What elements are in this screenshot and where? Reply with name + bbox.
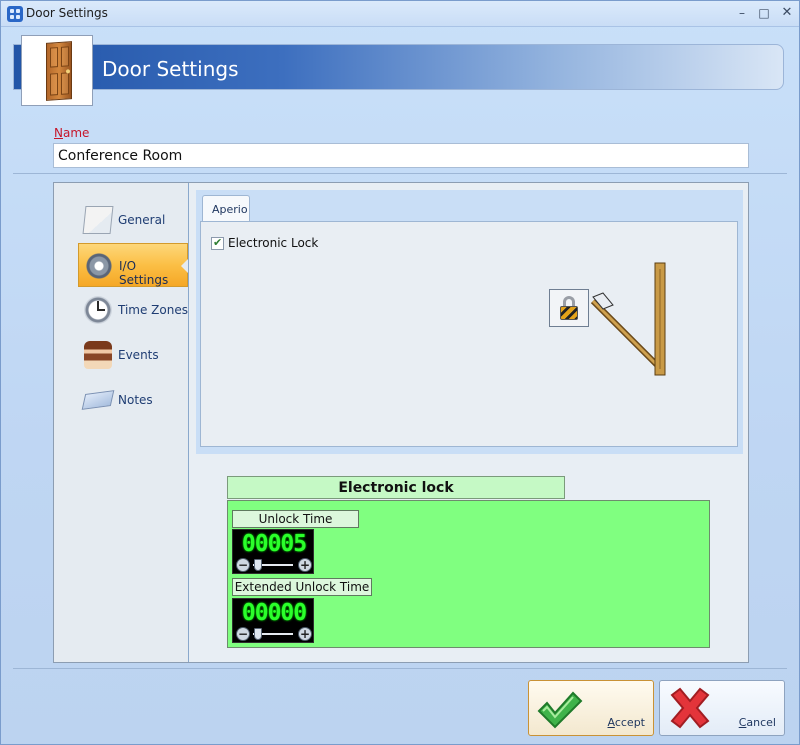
window-title: Door Settings [26, 6, 108, 20]
plus-icon[interactable]: + [298, 627, 312, 641]
settings-panel: General I/O Settings Time Zones Events N… [53, 182, 749, 663]
sidebar-item-label: Notes [118, 393, 153, 407]
door-settings-window: Door Settings – □ ✕ Door Settings Name G… [0, 0, 800, 745]
gear-icon [85, 252, 113, 280]
name-input[interactable] [53, 143, 749, 168]
plus-icon[interactable]: + [298, 558, 312, 572]
sidebar-item-label: Time Zones [118, 303, 188, 317]
notes-icon [81, 390, 115, 410]
sidebar-item-general[interactable]: General [78, 198, 188, 242]
door-latch-icon [591, 262, 666, 376]
cancel-button-label: Cancel [739, 716, 776, 729]
sidebar-item-events[interactable]: Events [78, 333, 188, 377]
electronic-lock-panel: Unlock Time 00005 − + Extended Unlock Ti… [227, 500, 710, 648]
sidebar-item-notes[interactable]: Notes [78, 378, 188, 422]
unlock-time-label: Unlock Time [232, 510, 359, 528]
pencil-icon [82, 206, 114, 234]
app-grid-icon [7, 6, 23, 22]
minus-icon[interactable]: − [236, 558, 250, 572]
unlock-time-slider[interactable]: − + [235, 558, 313, 572]
divider-bottom [13, 668, 787, 669]
accept-accelerator: A [607, 716, 615, 729]
accept-button-label: Accept [607, 716, 645, 729]
extended-unlock-time-counter: 00000 − + [232, 598, 314, 643]
door-icon [46, 41, 72, 101]
slider-thumb[interactable] [254, 628, 262, 640]
divider-top [13, 173, 787, 174]
sidebar-item-label: General [118, 213, 166, 227]
name-label-accelerator: N [54, 126, 63, 140]
clock-icon [84, 296, 112, 324]
red-x-icon [670, 687, 710, 729]
padlock-icon [560, 306, 578, 320]
unlock-time-counter: 00005 − + [232, 529, 314, 574]
sidebar-item-time-zones[interactable]: Time Zones [78, 288, 188, 332]
slider-thumb[interactable] [254, 559, 262, 571]
sidebar-item-label: I/O Settings [119, 259, 169, 287]
tab-container: Aperio Electronic Lock [196, 190, 743, 454]
tab-aperio-content: Electronic Lock [200, 221, 738, 447]
tab-aperio[interactable]: Aperio [202, 195, 250, 221]
cancel-button[interactable]: Cancel [659, 680, 785, 736]
electronic-lock-title: Electronic lock [227, 476, 565, 499]
close-button[interactable]: ✕ [776, 4, 798, 22]
maximize-button[interactable]: □ [753, 4, 775, 22]
name-label: Name [54, 126, 89, 140]
padlock-button[interactable] [549, 289, 589, 327]
extended-unlock-time-label: Extended Unlock Time [232, 578, 372, 596]
electronic-lock-checkbox[interactable] [211, 236, 224, 250]
checkmark-icon [537, 691, 583, 729]
accept-label-rest: ccept [614, 716, 645, 729]
electronic-lock-checkbox-label: Electronic Lock [228, 236, 319, 250]
title-bar: Door Settings – □ ✕ [1, 1, 799, 27]
cancel-label-rest: ancel [746, 716, 776, 729]
extended-unlock-time-value: 00000 [241, 600, 307, 626]
door-icon-frame [21, 35, 93, 106]
minus-icon[interactable]: − [236, 627, 250, 641]
sidebar: General I/O Settings Time Zones Events N… [54, 183, 189, 662]
extended-unlock-time-slider[interactable]: − + [235, 627, 313, 641]
sidebar-item-io-settings[interactable]: I/O Settings [78, 243, 188, 287]
accept-button[interactable]: Accept [528, 680, 654, 736]
page-title: Door Settings [102, 57, 239, 81]
cake-icon [84, 341, 112, 369]
name-label-text: ame [62, 126, 90, 140]
sidebar-item-label: Events [118, 348, 159, 362]
header-banner: Door Settings [13, 44, 784, 90]
minimize-button[interactable]: – [731, 4, 753, 22]
unlock-time-value: 00005 [241, 531, 307, 557]
